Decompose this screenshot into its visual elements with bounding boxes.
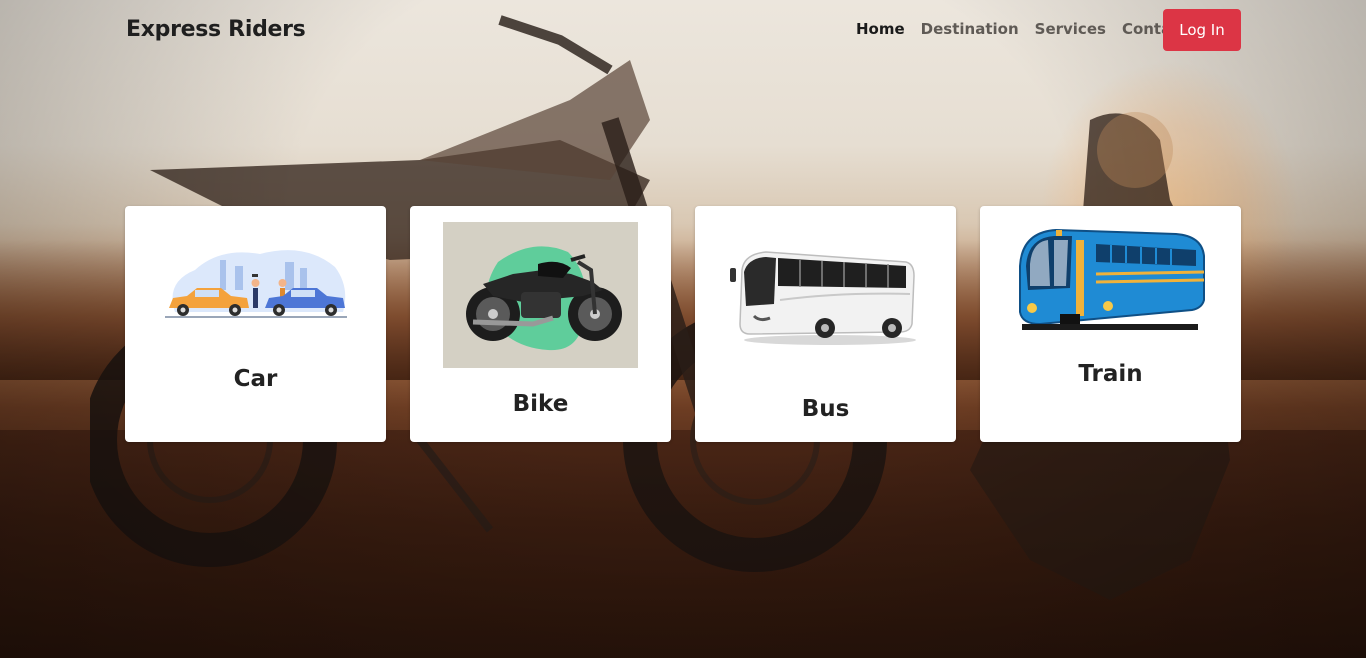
vehicle-card-car[interactable]: Car	[125, 206, 386, 442]
car-illustration-icon	[165, 250, 347, 318]
vehicle-card-title: Bus	[801, 396, 850, 422]
vehicle-card-title: Car	[233, 366, 278, 392]
nav-link-destination[interactable]: Destination	[913, 20, 1027, 38]
bus-illustration-icon	[730, 251, 916, 345]
login-button[interactable]: Log In	[1163, 9, 1241, 51]
vehicle-card-train[interactable]: Train	[980, 206, 1241, 442]
top-navbar: Express Riders Home Destination Services…	[0, 0, 1366, 62]
brand-logo-text[interactable]: Express Riders	[126, 17, 306, 42]
vehicle-card-bus[interactable]: Bus	[695, 206, 956, 442]
nav-link-services[interactable]: Services	[1027, 20, 1114, 38]
vehicle-card-title: Bike	[512, 391, 569, 417]
motorbike-illustration-icon	[443, 222, 638, 368]
nav-links: Home Destination Services Contact	[848, 20, 1195, 38]
train-illustration-icon	[1019, 228, 1205, 330]
vehicle-card-title: Train	[1078, 361, 1143, 387]
vehicle-card-bike[interactable]: Bike	[410, 206, 671, 442]
nav-link-home[interactable]: Home	[848, 20, 913, 38]
